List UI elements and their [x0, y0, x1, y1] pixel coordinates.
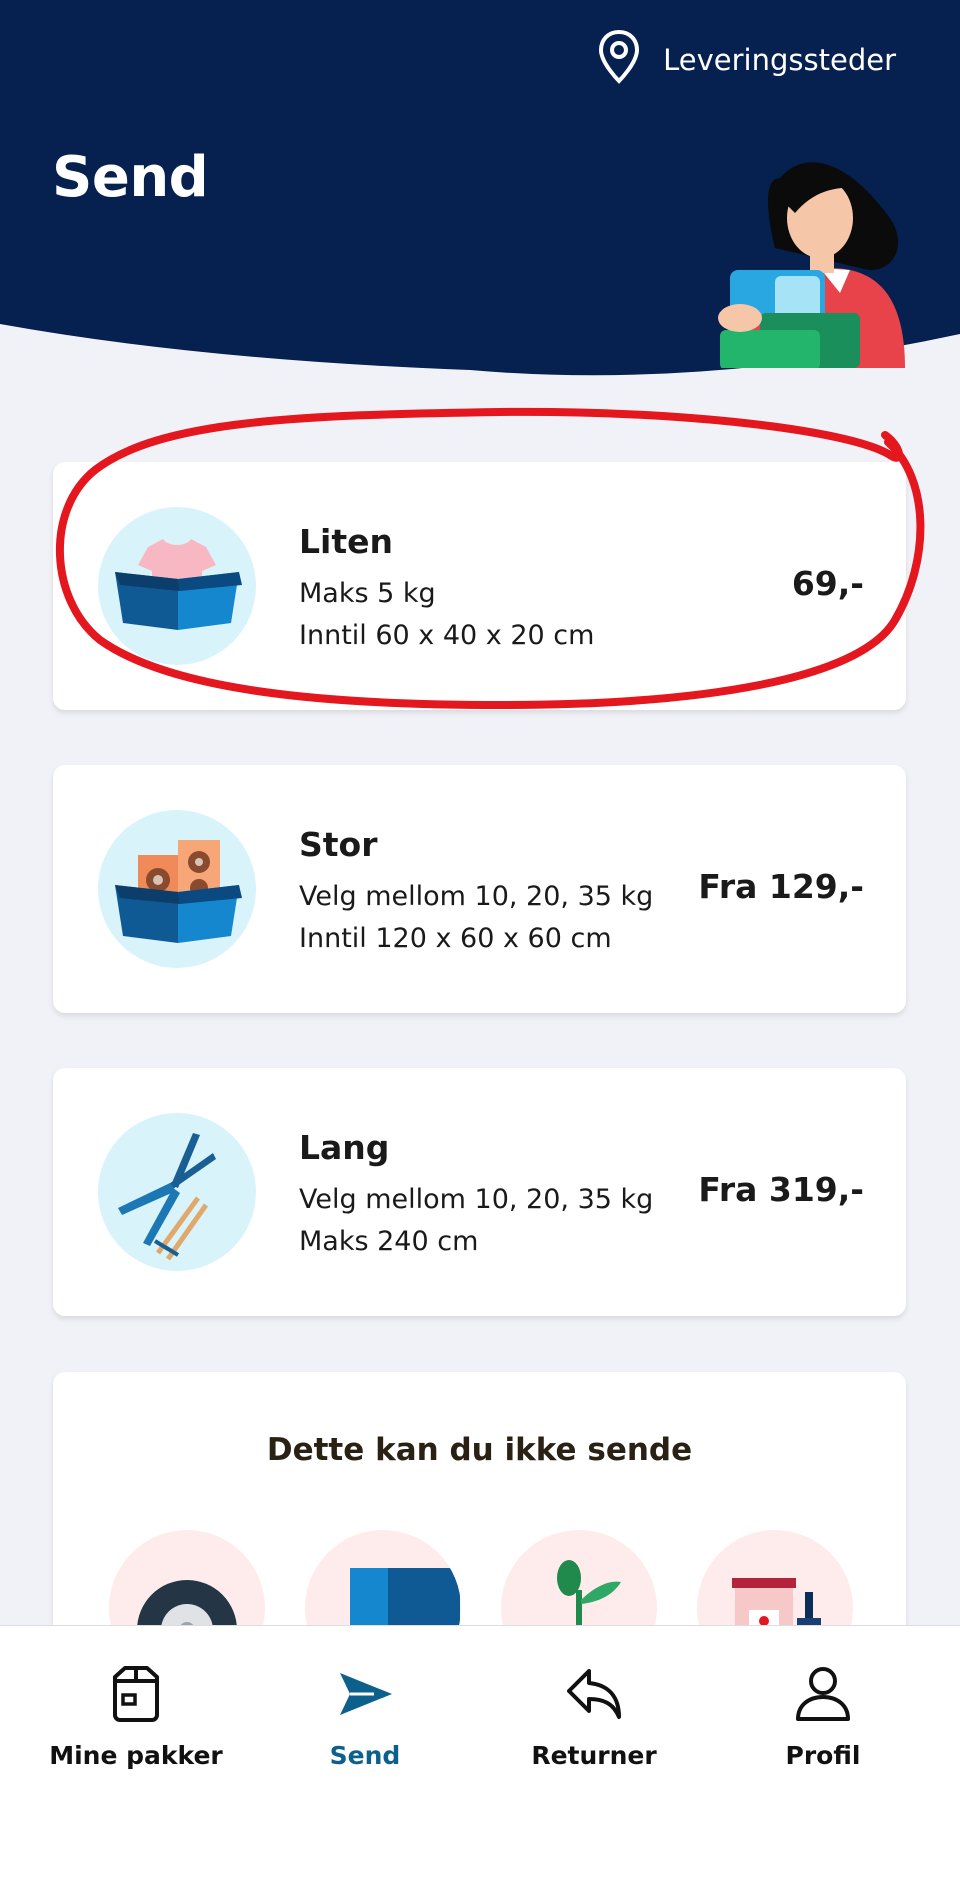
- package-price: 69,-: [791, 564, 864, 603]
- package-weight: Velg mellom 10, 20, 35 kg: [299, 881, 654, 912]
- nav-label: Profil: [785, 1741, 861, 1770]
- nav-label: Send: [329, 1741, 401, 1770]
- package-price: Fra 129,-: [698, 867, 864, 906]
- package-card-stor[interactable]: Stor Velg mellom 10, 20, 35 kg Inntil 12…: [53, 765, 906, 1013]
- package-name: Lang: [299, 1128, 390, 1167]
- package-dimensions: Inntil 120 x 60 x 60 cm: [299, 923, 612, 954]
- return-icon: [479, 1661, 709, 1727]
- nav-item-send[interactable]: Send: [250, 1661, 480, 1770]
- profile-icon: [708, 1661, 938, 1727]
- package-dimensions: Inntil 60 x 40 x 20 cm: [299, 620, 595, 651]
- send-icon: [250, 1661, 480, 1727]
- package-card-lang[interactable]: Lang Velg mellom 10, 20, 35 kg Maks 240 …: [53, 1068, 906, 1316]
- nav-label: Returner: [531, 1741, 657, 1770]
- page-header: Leveringssteder Send: [0, 0, 960, 380]
- location-pin-icon: [597, 29, 641, 92]
- pruning-shears-ski-poles-icon: [98, 1113, 256, 1271]
- package-price: Fra 319,-: [698, 1170, 864, 1209]
- nav-label: Mine pakker: [49, 1741, 223, 1770]
- nav-item-returner[interactable]: Returner: [479, 1661, 709, 1770]
- package-weight: Velg mellom 10, 20, 35 kg: [299, 1184, 654, 1215]
- bottom-navigation: Mine pakker Send Returner Profil: [0, 1625, 960, 1885]
- restricted-items-title: Dette kan du ikke sende: [266, 1432, 693, 1468]
- t-shirt-in-box-icon: [98, 507, 256, 665]
- delivery-locations-label: Leveringssteder: [663, 43, 896, 77]
- package-length: Maks 240 cm: [299, 1226, 479, 1257]
- woman-with-package-illustration: [718, 162, 905, 368]
- package-card-liten[interactable]: Liten Maks 5 kg Inntil 60 x 40 x 20 cm 6…: [53, 462, 906, 710]
- delivery-locations-button[interactable]: Leveringssteder: [597, 29, 896, 92]
- package-weight: Maks 5 kg: [299, 578, 436, 609]
- package-name: Liten: [299, 522, 393, 561]
- page-title: Send: [52, 145, 209, 210]
- speakers-in-box-icon: [98, 810, 256, 968]
- nav-item-profil[interactable]: Profil: [708, 1661, 938, 1770]
- package-icon: [21, 1661, 251, 1727]
- package-name: Stor: [299, 825, 378, 864]
- nav-item-mine-pakker[interactable]: Mine pakker: [21, 1661, 251, 1770]
